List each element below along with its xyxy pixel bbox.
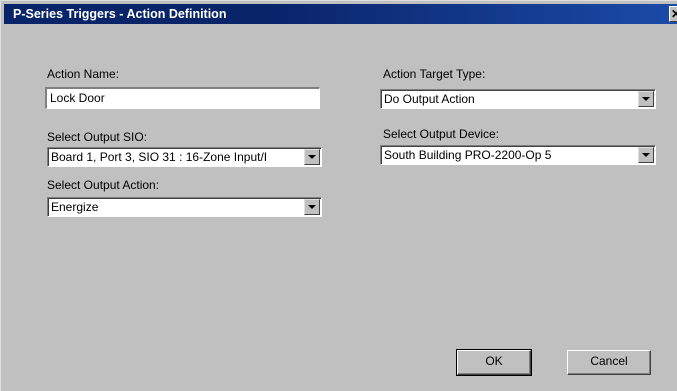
select-output-sio-arrow-button[interactable]: [304, 149, 320, 165]
action-name-input[interactable]: Lock Door: [45, 87, 320, 109]
select-output-sio-value: Board 1, Port 3, SIO 31 : 16-Zone Input/…: [51, 150, 268, 164]
ok-button[interactable]: OK: [456, 349, 532, 376]
select-output-action-arrow-button[interactable]: [304, 199, 320, 215]
cancel-button[interactable]: Cancel: [567, 350, 651, 375]
select-output-action-label: Select Output Action:: [47, 178, 160, 192]
select-output-sio-dropdown[interactable]: Board 1, Port 3, SIO 31 : 16-Zone Input/…: [47, 147, 322, 167]
chevron-down-icon: [308, 155, 316, 159]
select-output-device-value: South Building PRO-2200-Op 5: [384, 148, 552, 162]
select-output-sio-label: Select Output SIO:: [47, 130, 148, 144]
select-output-action-dropdown[interactable]: Energize: [47, 197, 322, 217]
action-target-type-arrow-button[interactable]: [638, 91, 654, 107]
action-target-type-dropdown[interactable]: Do Output Action: [380, 89, 656, 109]
close-icon: ✕: [671, 7, 677, 21]
close-button[interactable]: ✕: [669, 6, 677, 22]
window-title: P-Series Triggers - Action Definition: [13, 7, 227, 21]
chevron-down-icon: [642, 97, 650, 101]
action-target-type-value: Do Output Action: [384, 92, 475, 106]
select-output-device-arrow-button[interactable]: [638, 147, 654, 163]
chevron-down-icon: [308, 205, 316, 209]
title-bar[interactable]: P-Series Triggers - Action Definition ✕: [4, 4, 677, 24]
action-name-label: Action Name:: [47, 67, 120, 81]
select-output-action-value: Energize: [51, 200, 99, 214]
chevron-down-icon: [642, 153, 650, 157]
select-output-device-label: Select Output Device:: [383, 127, 500, 141]
select-output-device-dropdown[interactable]: South Building PRO-2200-Op 5: [380, 145, 656, 165]
dialog-window: P-Series Triggers - Action Definition ✕ …: [0, 0, 677, 391]
action-target-type-label: Action Target Type:: [383, 67, 486, 81]
